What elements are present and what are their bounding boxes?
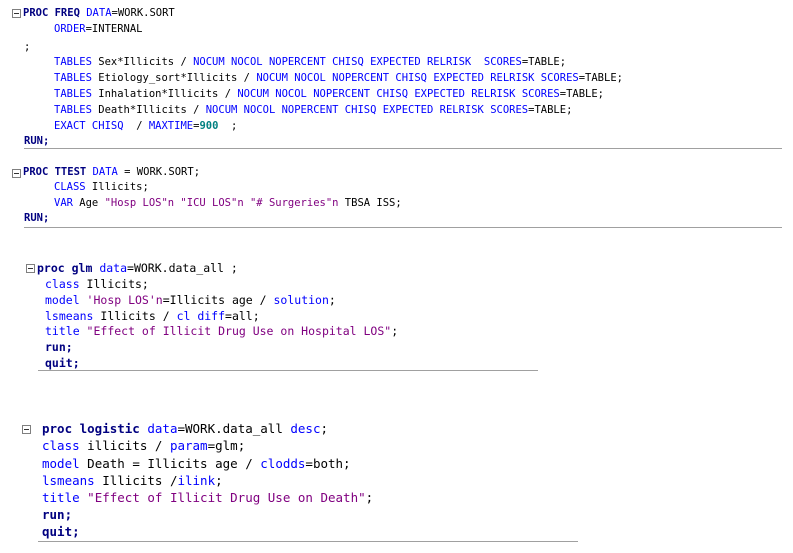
code-line: run; — [42, 507, 73, 522]
collapse-toggle-icon[interactable] — [12, 9, 21, 18]
code-line: proc logistic data=WORK.data_all desc; — [42, 421, 329, 436]
section-divider — [38, 370, 538, 371]
code-line: RUN; — [24, 212, 50, 224]
code-line: PROC FREQ DATA=WORK.SORT — [23, 7, 175, 19]
code-line: TABLES Inhalation*Illicits / NOCUM NOCOL… — [54, 88, 605, 100]
code-line: TABLES Etiology_sort*Illicits / NOCUM NO… — [54, 72, 623, 84]
code-line: EXACT CHISQ / MAXTIME=900 ; — [54, 120, 238, 132]
code-line: title "Effect of Illicit Drug Use on Dea… — [42, 490, 374, 505]
code-line: VAR Age "Hosp LOS"n "ICU LOS"n "# Surger… — [54, 197, 402, 209]
code-line: ; — [24, 41, 31, 53]
code-line: CLASS Illicits; — [54, 181, 149, 193]
code-line: quit; — [42, 524, 80, 539]
code-line: TABLES Death*Illicits / NOCUM NOCOL NOPE… — [54, 104, 573, 116]
code-line: PROC TTEST DATA = WORK.SORT; — [23, 166, 201, 178]
code-line: ORDER=INTERNAL — [54, 23, 143, 35]
section-divider — [24, 227, 782, 228]
collapse-toggle-icon[interactable] — [12, 169, 21, 178]
code-line: model 'Hosp LOS'n=Illicits age / solutio… — [45, 293, 336, 307]
code-line: model Death = Illicits age / clodds=both… — [42, 456, 351, 471]
code-line: TABLES Sex*Illicits / NOCUM NOCOL NOPERC… — [54, 56, 567, 68]
code-line: quit; — [45, 356, 80, 370]
collapse-toggle-icon[interactable] — [26, 264, 35, 273]
section-divider — [24, 148, 782, 149]
code-line: run; — [45, 340, 73, 354]
code-line: title "Effect of Illicit Drug Use on Hos… — [45, 324, 399, 338]
code-line: RUN; — [24, 135, 50, 147]
code-line: lsmeans Illicits /ilink; — [42, 473, 223, 488]
section-divider — [38, 541, 578, 542]
code-line: proc glm data=WORK.data_all ; — [37, 261, 238, 275]
collapse-toggle-icon[interactable] — [22, 425, 31, 434]
code-line: class illicits / param=glm; — [42, 438, 246, 453]
code-line: class Illicits; — [45, 277, 149, 291]
code-line: lsmeans Illicits / cl diff=all; — [45, 309, 260, 323]
